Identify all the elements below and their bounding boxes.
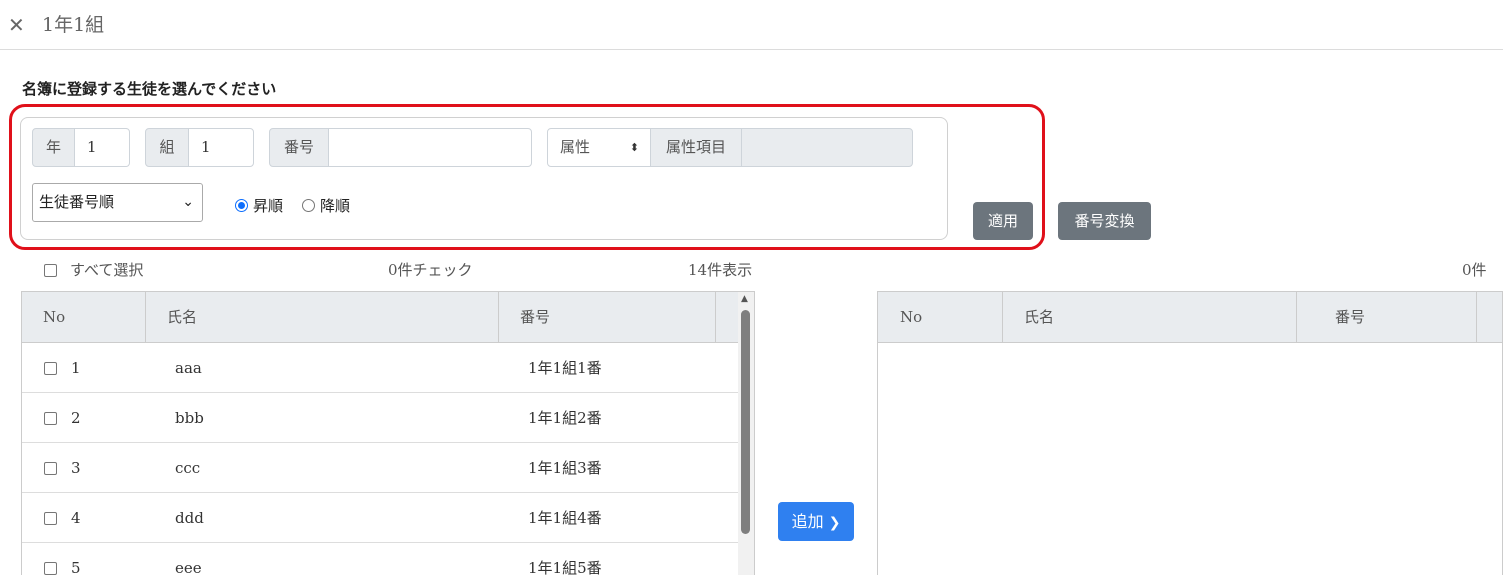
- row-name: ddd: [175, 509, 204, 527]
- column-header-no: No: [22, 292, 146, 342]
- row-number: 1年1組3番: [528, 459, 602, 477]
- row-no: 5: [71, 559, 81, 575]
- selected-column-header-name: 氏名: [1003, 292, 1297, 342]
- row-no: 1: [71, 359, 81, 377]
- dialog-header: ✕ 1年1組: [0, 0, 1503, 50]
- asc-label: 昇順: [253, 197, 284, 215]
- row-number: 1年1組2番: [528, 409, 602, 427]
- chevron-right-icon: ❯: [828, 515, 841, 531]
- table-row[interactable]: 1 aaa 1年1組1番: [22, 343, 739, 393]
- attribute-item-label: 属性項目: [650, 128, 742, 167]
- row-no: 3: [71, 459, 81, 477]
- row-name: aaa: [175, 359, 202, 377]
- select-all-checkbox[interactable]: [44, 263, 57, 277]
- row-checkbox[interactable]: [44, 411, 57, 425]
- selected-column-header-number: 番号: [1297, 292, 1477, 342]
- row-checkbox[interactable]: [44, 361, 57, 375]
- table-row[interactable]: 4 ddd 1年1組4番: [22, 493, 739, 543]
- desc-radio[interactable]: 降順: [302, 195, 350, 216]
- number-input[interactable]: [328, 128, 532, 167]
- row-checkbox[interactable]: [44, 511, 57, 525]
- apply-button[interactable]: 適用: [973, 202, 1033, 240]
- scroll-up-icon[interactable]: ▲: [741, 294, 748, 304]
- class-label: 組: [145, 128, 189, 167]
- attribute-select-value: 属性: [560, 138, 591, 156]
- row-number: 1年1組5番: [528, 559, 602, 575]
- selected-table: No 氏名 番号: [877, 291, 1503, 575]
- close-icon[interactable]: ✕: [8, 13, 30, 37]
- scroll-thumb[interactable]: [741, 310, 750, 534]
- convert-number-button[interactable]: 番号変換: [1058, 202, 1151, 240]
- row-checkbox[interactable]: [44, 461, 57, 475]
- sort-select-value: 生徒番号順: [39, 193, 115, 211]
- table-scrollbar[interactable]: ▲: [738, 292, 754, 575]
- asc-radio-icon[interactable]: [235, 199, 248, 212]
- row-no: 2: [71, 409, 81, 427]
- row-name: bbb: [175, 409, 204, 427]
- table-row[interactable]: 2 bbb 1年1組2番: [22, 393, 739, 443]
- table-header: No 氏名 番号: [22, 292, 754, 343]
- attribute-select[interactable]: 属性 ⬍: [547, 128, 651, 167]
- shown-count: 14件表示: [688, 261, 753, 279]
- checked-count: 0件チェック: [388, 261, 473, 279]
- selected-column-header-no: No: [878, 292, 1003, 342]
- select-all-label: すべて選択: [70, 261, 144, 279]
- year-input[interactable]: 1: [74, 128, 130, 167]
- right-count: 0件: [1462, 261, 1487, 279]
- year-label: 年: [32, 128, 75, 167]
- class-input[interactable]: 1: [188, 128, 254, 167]
- desc-radio-icon[interactable]: [302, 199, 315, 212]
- sort-select[interactable]: 生徒番号順 ⌄: [32, 183, 203, 222]
- row-no: 4: [71, 509, 81, 527]
- column-header-name: 氏名: [146, 292, 499, 342]
- selected-table-header: No 氏名 番号: [878, 292, 1502, 343]
- row-number: 1年1組4番: [528, 509, 602, 527]
- instruction-text: 名簿に登録する生徒を選んでください: [22, 80, 277, 98]
- row-number: 1年1組1番: [528, 359, 602, 377]
- attribute-item-input: [741, 128, 913, 167]
- add-button-label: 追加: [791, 512, 824, 531]
- chevron-down-icon: ⌄: [182, 194, 194, 210]
- student-table: No 氏名 番号 1 aaa 1年1組1番 2 bbb 1年1組2番 3 ccc…: [21, 291, 755, 575]
- select-all[interactable]: すべて選択: [44, 261, 143, 279]
- desc-label: 降順: [320, 197, 351, 215]
- row-name: eee: [175, 559, 202, 575]
- row-checkbox[interactable]: [44, 561, 57, 575]
- dialog-title: 1年1組: [42, 14, 105, 36]
- row-name: ccc: [175, 459, 201, 477]
- column-header-number: 番号: [499, 292, 716, 342]
- number-label: 番号: [269, 128, 329, 167]
- updown-arrows-icon: ⬍: [629, 141, 639, 154]
- table-row[interactable]: 3 ccc 1年1組3番: [22, 443, 739, 493]
- add-button[interactable]: 追加 ❯: [778, 502, 854, 541]
- table-row[interactable]: 5 eee 1年1組5番: [22, 543, 739, 575]
- asc-radio[interactable]: 昇順: [235, 195, 283, 216]
